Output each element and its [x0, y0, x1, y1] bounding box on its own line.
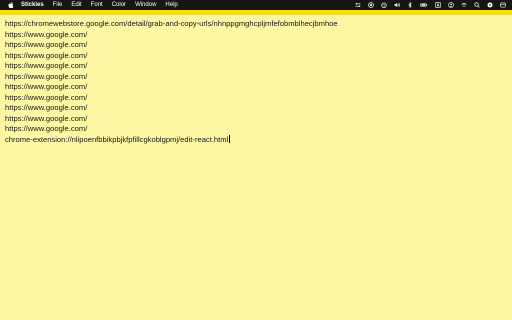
- note-line[interactable]: https://www.google.com/: [5, 61, 505, 72]
- note-line[interactable]: https://www.google.com/: [5, 93, 505, 104]
- battery-icon[interactable]: [420, 2, 428, 8]
- sticky-note-text-area[interactable]: https://chromewebstore.google.com/detail…: [5, 19, 505, 145]
- user-icon[interactable]: [448, 2, 454, 8]
- note-line[interactable]: https://www.google.com/: [5, 40, 505, 51]
- menu-bar: Stickies File Edit Font Color Window Hel…: [0, 0, 512, 10]
- wifi-icon[interactable]: [461, 2, 467, 8]
- menu-help[interactable]: Help: [165, 0, 177, 10]
- menu-window[interactable]: Window: [135, 0, 156, 10]
- note-line[interactable]: https://www.google.com/: [5, 72, 505, 83]
- note-line[interactable]: https://www.google.com/: [5, 51, 505, 62]
- bluetooth-icon[interactable]: [407, 2, 413, 8]
- sticky-note-title-strip[interactable]: [0, 10, 512, 15]
- keyboard-input-icon[interactable]: [435, 2, 441, 8]
- notification-center-icon[interactable]: [500, 2, 506, 8]
- note-line[interactable]: https://www.google.com/: [5, 82, 505, 93]
- note-line[interactable]: https://www.google.com/: [5, 30, 505, 41]
- menu-edit[interactable]: Edit: [71, 0, 81, 10]
- note-line-text[interactable]: chrome-extension://nlipoenfbbikpbjkfpfil…: [5, 135, 228, 144]
- text-cursor: [228, 134, 230, 143]
- spotlight-icon[interactable]: [474, 2, 480, 8]
- note-line-last[interactable]: chrome-extension://nlipoenfbbikpbjkfpfil…: [5, 134, 505, 146]
- note-line[interactable]: https://chromewebstore.google.com/detail…: [5, 19, 505, 30]
- note-line[interactable]: https://www.google.com/: [5, 103, 505, 114]
- timer-icon[interactable]: [381, 2, 387, 8]
- note-line[interactable]: https://www.google.com/: [5, 114, 505, 125]
- menu-font[interactable]: Font: [91, 0, 103, 10]
- menu-app-name[interactable]: Stickies: [21, 0, 44, 10]
- control-center-icon[interactable]: [355, 2, 361, 8]
- menu-bar-left: Stickies File Edit Font Color Window Hel…: [0, 0, 187, 10]
- menu-file[interactable]: File: [53, 0, 63, 10]
- siri-icon[interactable]: [487, 2, 493, 8]
- menu-color[interactable]: Color: [112, 0, 126, 10]
- menu-bar-status: [348, 0, 506, 10]
- apple-icon[interactable]: [8, 2, 14, 8]
- note-line[interactable]: https://www.google.com/: [5, 124, 505, 135]
- volume-icon[interactable]: [394, 2, 400, 8]
- screen-record-icon[interactable]: [368, 2, 374, 8]
